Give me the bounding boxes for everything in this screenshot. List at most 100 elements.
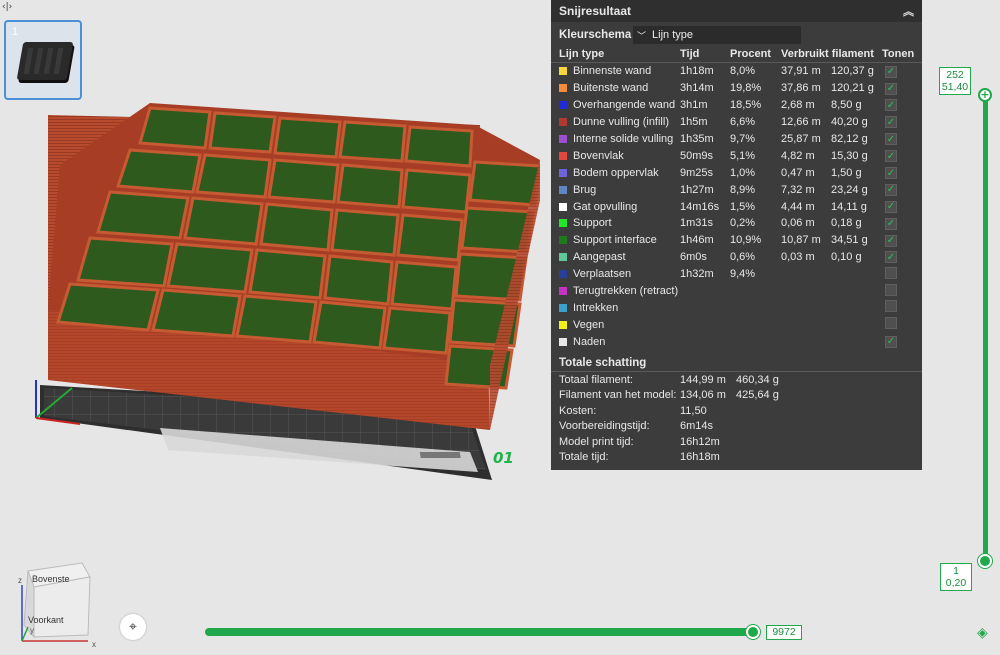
total-label: Voorbereidingstijd:	[559, 420, 650, 433]
nav-cube-front-label[interactable]: Voorkant	[28, 615, 64, 625]
layers-icon[interactable]: ◈	[977, 625, 988, 641]
line-type-name: Support interface	[573, 234, 657, 247]
color-swatch	[559, 320, 567, 329]
show-checkbox[interactable]: ✓	[885, 167, 897, 180]
show-checkbox[interactable]: ✓	[885, 150, 897, 163]
weight-cell: 120,37 g	[831, 65, 874, 78]
weight-cell: 34,51 g	[831, 234, 868, 247]
show-cell	[882, 266, 922, 282]
length-cell: 37,91 m	[781, 65, 821, 78]
show-checkbox[interactable]: ✓	[885, 82, 897, 95]
navigation-cube[interactable]: Bovenste Voorkant z y x	[14, 555, 104, 650]
weight-cell: 15,30 g	[831, 149, 868, 162]
total-value-1: 16h12m	[680, 435, 720, 448]
line-type-name: Brug	[573, 183, 597, 196]
fit-view-icon[interactable]: ⌖	[120, 614, 146, 640]
sliced-model-render	[35, 103, 542, 480]
move-slider-track[interactable]	[205, 628, 755, 636]
show-cell: ✓	[882, 99, 922, 112]
collapse-icon[interactable]: ︽	[903, 3, 914, 19]
total-row: Totaal filament: 144,99 m 460,34 g	[551, 372, 922, 388]
table-row: Aangepast 6m0s 0,6% 0,03 m 0,10 g ✓	[551, 249, 922, 266]
line-type-cell: Gat opvulling	[559, 201, 680, 213]
weight-cell: 82,12 g	[831, 133, 868, 145]
line-type-name: Bodem oppervlak	[573, 166, 659, 179]
line-type-cell: Bovenvlak	[559, 150, 680, 162]
show-cell: ✓	[882, 116, 922, 129]
line-type-name: Binnenste wand	[573, 65, 652, 78]
col-line-type: Lijn type	[559, 48, 605, 60]
weight-cell: 0,10 g	[831, 251, 862, 264]
table-row: Intrekken	[551, 299, 922, 316]
line-type-cell: Brug	[559, 184, 680, 196]
show-cell: ✓	[882, 133, 922, 146]
table-row: Naden ✓	[551, 333, 922, 350]
show-checkbox[interactable]: ✓	[885, 217, 897, 230]
total-value-2: 425,64 g	[736, 389, 779, 402]
show-checkbox[interactable]	[885, 317, 897, 330]
line-type-name: Naden	[573, 335, 606, 348]
percent-cell: 18,5%	[730, 99, 762, 112]
line-type-cell: Interne solide vulling	[559, 133, 680, 145]
table-row: Vegen	[551, 316, 922, 333]
layer-slider-track[interactable]	[983, 95, 988, 561]
show-checkbox[interactable]: ✓	[885, 65, 897, 78]
move-slider-value: 9972	[766, 625, 802, 640]
color-swatch	[559, 202, 567, 211]
layer-slider-top-handle[interactable]: +	[978, 88, 992, 102]
show-cell: ✓	[882, 217, 922, 230]
move-slider-handle[interactable]	[746, 625, 760, 639]
show-cell	[882, 283, 922, 299]
time-cell: 50m9s	[680, 149, 714, 162]
show-checkbox[interactable]: ✓	[885, 116, 897, 129]
show-cell: ✓	[882, 234, 922, 247]
table-row: Gat opvulling 14m16s 1,5% 4,44 m 14,11 g…	[551, 198, 922, 215]
show-checkbox[interactable]	[885, 283, 897, 296]
table-row: Interne solide vulling 1h35m 9,7% 25,87 …	[551, 131, 922, 148]
line-type-name: Interne solide vulling	[573, 133, 674, 145]
color-swatch	[559, 118, 567, 127]
chevron-down-icon: ﹀	[637, 31, 647, 42]
total-row: Filament van het model: 134,06 m 425,64 …	[551, 388, 922, 404]
total-label: Kosten:	[559, 404, 597, 417]
show-checkbox[interactable]	[885, 300, 897, 313]
line-type-cell: Overhangende wand	[559, 99, 680, 111]
line-type-cell: Aangepast	[559, 251, 680, 263]
show-checkbox[interactable]	[885, 266, 897, 279]
viewport-3d[interactable]	[0, 0, 542, 500]
table-row: Overhangende wand 3h1m 18,5% 2,68 m 8,50…	[551, 97, 922, 114]
show-checkbox[interactable]: ✓	[885, 183, 897, 196]
table-row: Verplaatsen 1h32m 9,4%	[551, 266, 922, 283]
total-value-1: 16h18m	[680, 451, 720, 464]
color-scheme-select[interactable]: ﹀ Lijn type	[633, 26, 801, 44]
nav-cube-top-label[interactable]: Bovenste	[32, 574, 70, 584]
bottom-layer-badge: 1 0,20	[940, 563, 972, 591]
layer-slider-bottom-handle[interactable]	[978, 554, 992, 568]
totals-table: Totaal filament: 144,99 m 460,34 g Filam…	[551, 372, 922, 465]
table-row: Support 1m31s 0,2% 0,06 m 0,18 g ✓	[551, 215, 922, 232]
length-cell: 0,06 m	[781, 217, 815, 230]
panel-header: Snijresultaat ︽	[551, 0, 922, 22]
show-checkbox[interactable]: ✓	[885, 99, 897, 112]
total-row: Totale tijd: 16h18m	[551, 450, 922, 466]
color-swatch	[559, 84, 567, 93]
table-row: Support interface 1h46m 10,9% 10,87 m 34…	[551, 232, 922, 249]
show-checkbox[interactable]: ✓	[885, 251, 897, 264]
time-cell: 1h35m	[680, 133, 714, 145]
total-label: Totaal filament:	[559, 373, 633, 386]
show-checkbox[interactable]: ✓	[885, 234, 897, 247]
length-cell: 7,32 m	[781, 183, 815, 196]
length-cell: 0,03 m	[781, 251, 815, 264]
time-cell: 1h27m	[680, 183, 714, 196]
show-checkbox[interactable]: ✓	[885, 335, 897, 348]
col-show: Tonen	[882, 48, 915, 60]
show-cell: ✓	[882, 183, 922, 196]
show-checkbox[interactable]: ✓	[885, 133, 897, 146]
show-checkbox[interactable]: ✓	[885, 200, 897, 213]
top-layer-height: 51,40	[941, 81, 969, 93]
col-percent: Procent	[730, 48, 771, 60]
top-layer-number: 252	[946, 69, 964, 81]
line-type-cell: Support interface	[559, 234, 680, 246]
color-scheme-label: Kleurschema	[559, 29, 632, 41]
line-type-cell: Vegen	[559, 319, 680, 331]
